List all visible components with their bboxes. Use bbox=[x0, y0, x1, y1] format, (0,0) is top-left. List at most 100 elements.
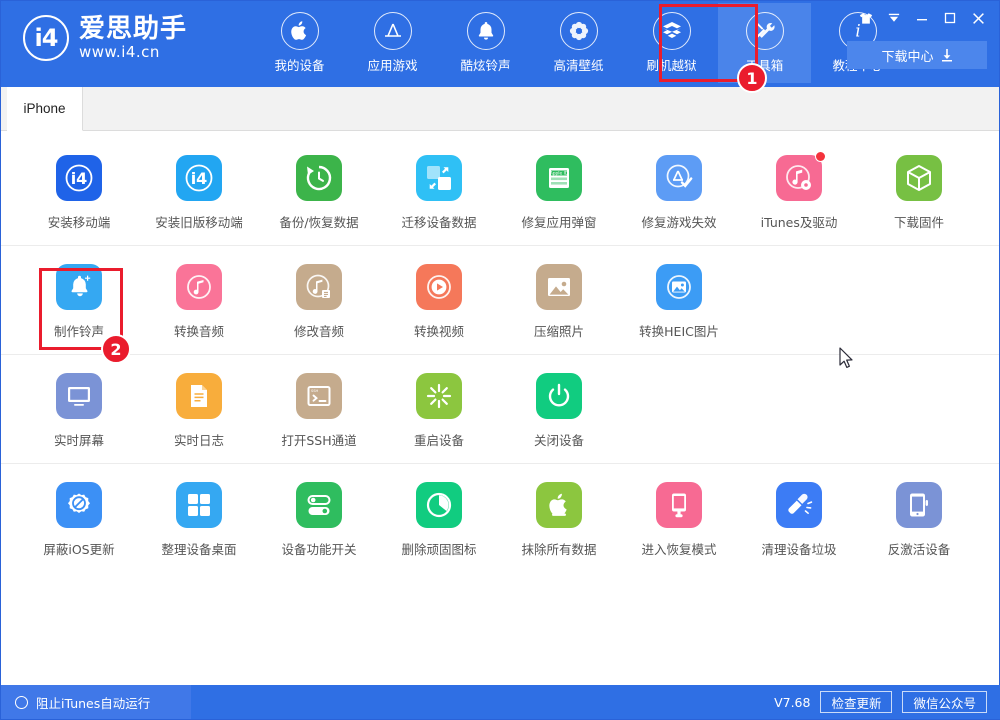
tool-organize-desktop[interactable]: 整理设备桌面 bbox=[139, 478, 259, 566]
tool-reboot-device[interactable]: 重启设备 bbox=[379, 369, 499, 457]
deactivate-device-icon bbox=[896, 482, 942, 528]
app-window: i4 爱思助手 www.i4.cn 我的设备 应用游戏 bbox=[0, 0, 1000, 720]
tool-block-ios-update[interactable]: 屏蔽iOS更新 bbox=[19, 478, 139, 566]
i4-logo-icon: i4 bbox=[23, 15, 69, 61]
tool-label: 进入恢复模式 bbox=[641, 539, 716, 558]
tool-download-firmware[interactable]: 下载固件 bbox=[859, 151, 979, 239]
main-nav: 我的设备 应用游戏 酷炫铃声 bbox=[253, 1, 904, 87]
tool-install-mobile[interactable]: i4 安装移动端 bbox=[19, 151, 139, 239]
annotation-badge-1: 1 bbox=[737, 63, 767, 93]
firmware-icon bbox=[896, 155, 942, 201]
tool-live-log[interactable]: 实时日志 bbox=[139, 369, 259, 457]
status-bar-right: V7.68 检查更新 微信公众号 bbox=[774, 691, 1000, 713]
close-icon[interactable] bbox=[965, 7, 991, 29]
tool-label: 安装旧版移动端 bbox=[155, 212, 243, 231]
tool-feature-toggle[interactable]: 设备功能开关 bbox=[259, 478, 379, 566]
tool-migrate-data[interactable]: 迁移设备数据 bbox=[379, 151, 499, 239]
tool-label: iTunes及驱动 bbox=[761, 212, 838, 231]
window-controls bbox=[853, 7, 991, 29]
tool-fix-game[interactable]: 修复游戏失效 bbox=[619, 151, 739, 239]
tool-edit-audio[interactable]: 修改音频 bbox=[259, 260, 379, 348]
tool-convert-video[interactable]: 转换视频 bbox=[379, 260, 499, 348]
tool-convert-heic[interactable]: 转换HEIC图片 bbox=[619, 260, 739, 348]
backup-restore-icon bbox=[296, 155, 342, 201]
block-ios-update-icon bbox=[56, 482, 102, 528]
svg-text:i4: i4 bbox=[71, 169, 88, 188]
skin-icon[interactable] bbox=[853, 7, 879, 29]
bell-icon bbox=[467, 12, 505, 50]
block-itunes-toggle[interactable]: 阻止iTunes自动运行 bbox=[1, 685, 191, 719]
ssh-tunnel-icon: SSH bbox=[296, 373, 342, 419]
tool-label: 下载固件 bbox=[894, 212, 944, 231]
tool-delete-stubborn-icon[interactable]: 删除顽固图标 bbox=[379, 478, 499, 566]
edit-audio-icon bbox=[296, 264, 342, 310]
flower-icon bbox=[560, 12, 598, 50]
appleid-popup-icon: Apple ID bbox=[536, 155, 582, 201]
tool-clean-junk[interactable]: 清理设备垃圾 bbox=[739, 478, 859, 566]
nav-item-apps-games[interactable]: 应用游戏 bbox=[346, 3, 439, 83]
tool-label: 反激活设备 bbox=[888, 539, 951, 558]
tool-label: 清理设备垃圾 bbox=[761, 539, 836, 558]
tool-row: i4 安装移动端 i4 安装旧版移动端 备份/恢复数据 bbox=[1, 137, 999, 246]
tool-label: 修改音频 bbox=[294, 321, 344, 340]
tool-label: 转换视频 bbox=[414, 321, 464, 340]
migrate-data-icon bbox=[416, 155, 462, 201]
svg-text:SSH: SSH bbox=[311, 389, 319, 393]
tool-label: 屏蔽iOS更新 bbox=[43, 539, 114, 558]
tool-deactivate-device[interactable]: 反激活设备 bbox=[859, 478, 979, 566]
nav-item-flash-jailbreak[interactable]: 刷机越狱 bbox=[625, 3, 718, 83]
tool-label: 修复游戏失效 bbox=[641, 212, 716, 231]
tool-label: 修复应用弹窗 bbox=[521, 212, 596, 231]
nav-item-my-device[interactable]: 我的设备 bbox=[253, 3, 346, 83]
live-log-icon bbox=[176, 373, 222, 419]
nav-label: 刷机越狱 bbox=[646, 55, 696, 74]
download-center-label: 下载中心 bbox=[881, 46, 933, 65]
tool-label: 打开SSH通道 bbox=[281, 430, 356, 449]
nav-label: 高清壁纸 bbox=[553, 55, 603, 74]
brand-name: 爱思助手 bbox=[79, 15, 187, 43]
nav-item-wallpapers[interactable]: 高清壁纸 bbox=[532, 3, 625, 83]
tool-label: 抹除所有数据 bbox=[521, 539, 596, 558]
tool-row: 屏蔽iOS更新 整理设备桌面 设备功能开关 bbox=[1, 464, 999, 572]
annotation-badge-2: 2 bbox=[101, 334, 131, 364]
check-update-button[interactable]: 检查更新 bbox=[820, 691, 892, 713]
tool-fix-appleid-popup[interactable]: Apple ID 修复应用弹窗 bbox=[499, 151, 619, 239]
i4-app-icon: i4 bbox=[56, 155, 102, 201]
tool-itunes-driver[interactable]: iTunes及驱动 bbox=[739, 151, 859, 239]
tool-label: 重启设备 bbox=[414, 430, 464, 449]
erase-all-data-icon bbox=[536, 482, 582, 528]
tab-iphone[interactable]: iPhone bbox=[7, 87, 83, 131]
i4-app-old-icon: i4 bbox=[176, 155, 222, 201]
download-center-button[interactable]: 下载中心 bbox=[847, 41, 987, 69]
wechat-button[interactable]: 微信公众号 bbox=[902, 691, 987, 713]
itunes-driver-icon bbox=[776, 155, 822, 201]
tool-install-old-mobile[interactable]: i4 安装旧版移动端 bbox=[139, 151, 259, 239]
maximize-icon[interactable] bbox=[937, 7, 963, 29]
nav-label: 酷炫铃声 bbox=[460, 55, 510, 74]
clean-junk-icon bbox=[776, 482, 822, 528]
brand-logo: i4 爱思助手 www.i4.cn bbox=[23, 15, 253, 61]
convert-heic-icon bbox=[656, 264, 702, 310]
tool-compress-photo[interactable]: 压缩照片 bbox=[499, 260, 619, 348]
delete-icon-icon bbox=[416, 482, 462, 528]
tool-erase-all-data[interactable]: 抹除所有数据 bbox=[499, 478, 619, 566]
tool-backup-restore[interactable]: 备份/恢复数据 bbox=[259, 151, 379, 239]
tool-open-ssh[interactable]: SSH 打开SSH通道 bbox=[259, 369, 379, 457]
svg-text:Apple ID: Apple ID bbox=[550, 171, 569, 177]
radio-icon bbox=[15, 696, 28, 709]
tool-live-screen[interactable]: 实时屏幕 bbox=[19, 369, 139, 457]
nav-item-ringtones[interactable]: 酷炫铃声 bbox=[439, 3, 532, 83]
svg-text:i4: i4 bbox=[191, 169, 208, 188]
tool-recovery-mode[interactable]: 进入恢复模式 bbox=[619, 478, 739, 566]
tool-convert-audio[interactable]: 转换音频 bbox=[139, 260, 259, 348]
live-screen-icon bbox=[56, 373, 102, 419]
minimize-icon[interactable] bbox=[909, 7, 935, 29]
notification-dot bbox=[815, 151, 826, 162]
chevron-down-icon[interactable] bbox=[881, 7, 907, 29]
feature-toggle-icon bbox=[296, 482, 342, 528]
nav-label: 应用游戏 bbox=[367, 55, 417, 74]
tool-shutdown-device[interactable]: 关闭设备 bbox=[499, 369, 619, 457]
organize-desktop-icon bbox=[176, 482, 222, 528]
appstore-icon bbox=[374, 12, 412, 50]
tool-row: 实时屏幕 实时日志 SSH 打开SSH通道 重启设备 bbox=[1, 355, 999, 464]
